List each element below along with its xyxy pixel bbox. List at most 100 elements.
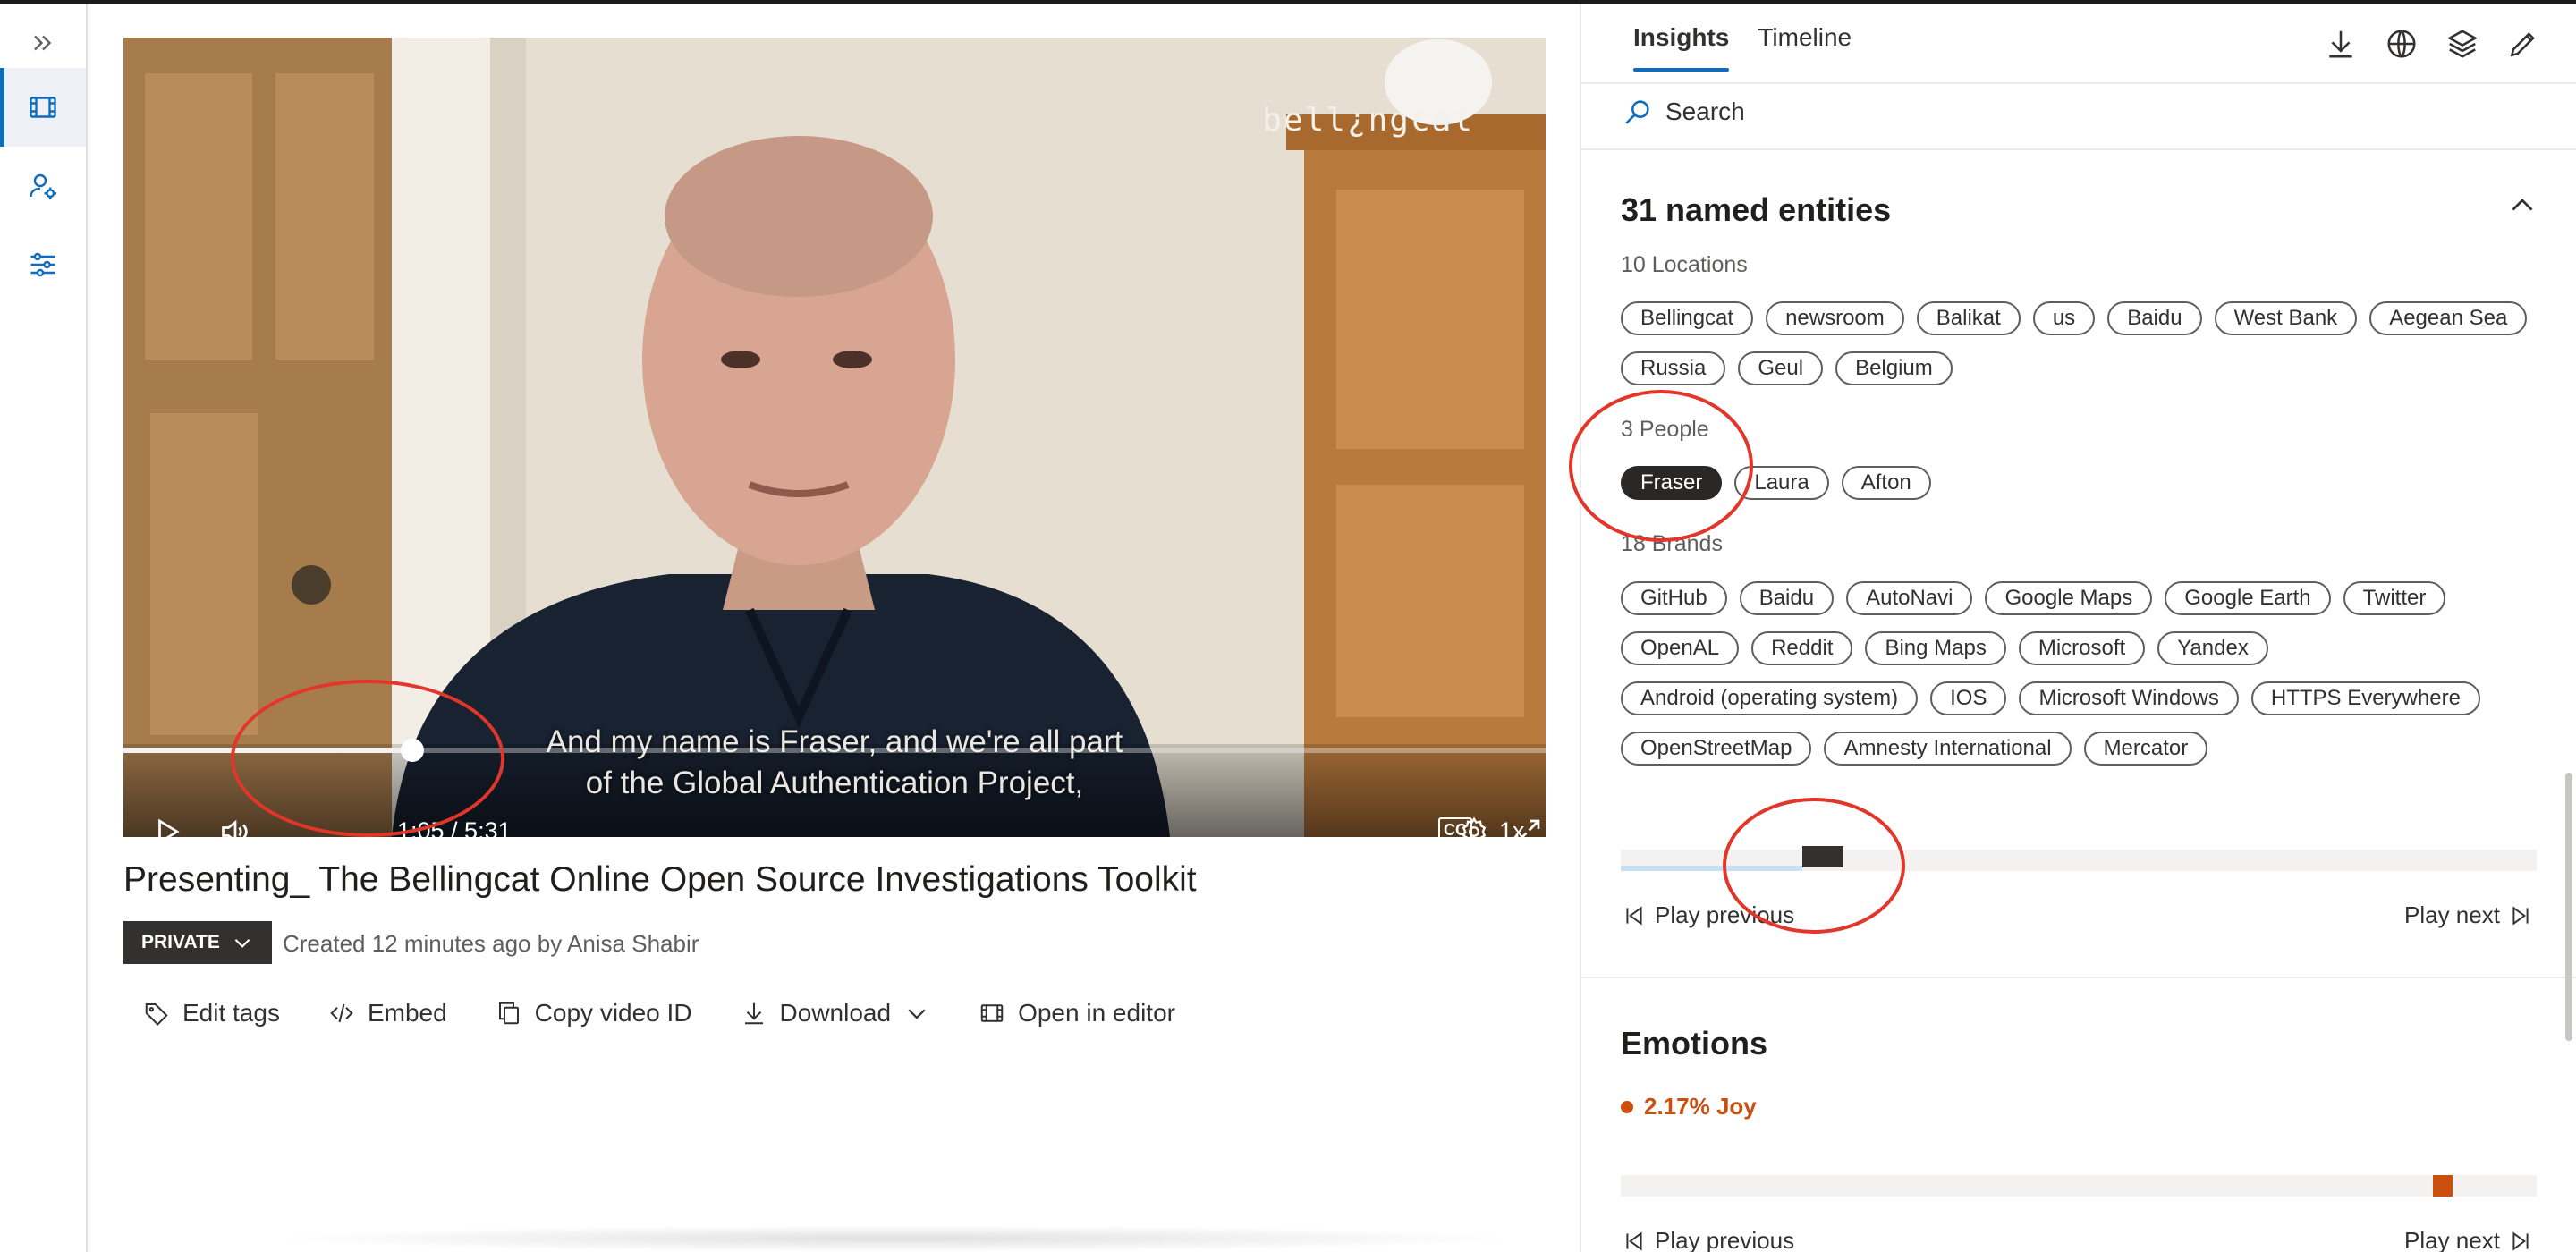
location-chip[interactable]: Geul	[1738, 351, 1824, 385]
bottom-shadow	[268, 1225, 1521, 1252]
location-chip[interactable]: us	[2032, 301, 2096, 335]
copy-video-id-button[interactable]: Copy video ID	[496, 999, 692, 1028]
brand-chip[interactable]: Google Maps	[1985, 581, 2153, 615]
embed-label: Embed	[367, 999, 447, 1027]
brand-chip[interactable]: OpenAL	[1621, 631, 1740, 665]
expand-chevrons-icon	[34, 35, 52, 51]
annotation-circle-people	[1569, 390, 1753, 542]
brands-row-4: OpenStreetMap Amnesty International Mercat…	[1621, 732, 2208, 766]
tag-icon	[145, 1003, 168, 1026]
brand-chip[interactable]: OpenStreetMap	[1621, 732, 1812, 766]
chevron-up-icon[interactable]	[2506, 190, 2538, 222]
search-box[interactable]: Search	[1623, 97, 1745, 127]
brand-chip[interactable]: Baidu	[1739, 581, 1835, 615]
annotation-circle-timeline	[1723, 798, 1905, 934]
skip-previous-icon	[1626, 905, 1642, 926]
panel-scrollbar[interactable]	[2565, 773, 2572, 1041]
panel-toolbar	[2324, 27, 2540, 61]
locations-row-2: Russia Geul Belgium	[1621, 351, 1953, 385]
media-icon	[30, 97, 56, 118]
copy-icon	[498, 1002, 519, 1025]
emotions-title: Emotions	[1621, 1025, 1768, 1062]
panel-tabs: Insights Timeline	[1633, 23, 1852, 72]
fullscreen-button[interactable]	[1512, 807, 1544, 837]
skip-next-icon	[2512, 905, 2529, 926]
emotion-play-previous-label: Play previous	[1655, 1227, 1795, 1252]
video-title: Presenting_ The Bellingcat Online Open S…	[123, 860, 1197, 899]
brand-chip[interactable]: Reddit	[1751, 631, 1853, 665]
brand-chip[interactable]: HTTPS Everywhere	[2250, 681, 2480, 715]
location-chip[interactable]: Russia	[1621, 351, 1726, 385]
brand-chip[interactable]: Mercator	[2083, 732, 2208, 766]
location-chip[interactable]: newsroom	[1766, 301, 1904, 335]
film-icon	[980, 1004, 1004, 1022]
emotion-play-next-label: Play next	[2404, 1227, 2500, 1252]
download-dropdown[interactable]: Download	[741, 999, 931, 1028]
person-chip[interactable]: Afton	[1841, 466, 1931, 500]
settings-button[interactable]	[1458, 807, 1490, 837]
play-button[interactable]	[141, 807, 191, 837]
brand-chip[interactable]: Twitter	[2343, 581, 2446, 615]
download-icon	[744, 1002, 763, 1025]
brand-chip[interactable]: Microsoft	[2018, 631, 2146, 665]
brand-chip[interactable]: IOS	[1930, 681, 2007, 715]
tab-timeline[interactable]: Timeline	[1758, 23, 1852, 72]
layers-icon[interactable]	[2445, 27, 2479, 61]
search-icon	[1625, 100, 1649, 124]
play-next-label: Play next	[2404, 901, 2500, 928]
brands-row-3: Android (operating system) IOS Microsoft W…	[1621, 681, 2480, 715]
edit-pencil-icon[interactable]	[2506, 27, 2540, 61]
insights-panel: Insights Timeline Search 31 named entiti…	[1580, 4, 2576, 1252]
location-chip[interactable]: Belgium	[1835, 351, 1953, 385]
location-chip[interactable]: Bellingcat	[1621, 301, 1754, 335]
filters-icon	[30, 252, 55, 277]
watermark: bell¿ngcat	[1262, 102, 1474, 139]
chevron-down-icon	[234, 938, 250, 948]
rail-item-people[interactable]	[0, 147, 86, 225]
location-chip[interactable]: West Bank	[2214, 301, 2358, 335]
brand-chip[interactable]: Android (operating system)	[1621, 681, 1919, 715]
tab-insights[interactable]: Insights	[1633, 23, 1730, 72]
privacy-dropdown[interactable]: PRIVATE	[123, 921, 272, 964]
location-chip[interactable]: Baidu	[2107, 301, 2202, 335]
download-icon[interactable]	[2324, 27, 2358, 61]
rail-item-media[interactable]	[0, 68, 86, 147]
emotion-play-previous-button[interactable]: Play previous	[1623, 1227, 1794, 1252]
location-chip[interactable]: Balikat	[1916, 301, 2021, 335]
open-in-editor-button[interactable]: Open in editor	[979, 999, 1175, 1028]
globe-icon[interactable]	[2385, 27, 2419, 61]
skip-next-icon	[2512, 1231, 2529, 1251]
section-divider	[1581, 977, 2576, 978]
download-label: Download	[779, 999, 892, 1027]
edit-tags-button[interactable]: Edit tags	[143, 999, 280, 1028]
brand-chip[interactable]: Microsoft Windows	[2019, 681, 2239, 715]
fullscreen-icon	[1515, 819, 1540, 837]
action-bar: Edit tags Embed Copy video ID Download O…	[143, 991, 1175, 1036]
embed-button[interactable]: Embed	[328, 999, 447, 1028]
brands-row-2: OpenAL Reddit Bing Maps Microsoft Yandex	[1621, 631, 2268, 665]
emotion-track[interactable]	[1621, 1175, 2537, 1197]
tabs-divider	[1581, 82, 2576, 84]
annotation-circle-time	[231, 680, 504, 837]
copy-video-id-label: Copy video ID	[534, 999, 692, 1027]
created-info: Created 12 minutes ago by Anisa Shabir	[283, 930, 699, 957]
brand-chip[interactable]: GitHub	[1621, 581, 1727, 615]
emotion-dot	[1621, 1100, 1633, 1113]
entities-title: 31 named entities	[1621, 191, 1892, 228]
brand-chip[interactable]: Google Earth	[2165, 581, 2331, 615]
brand-chip[interactable]: Amnesty International	[1824, 732, 2072, 766]
emotion-joy[interactable]: 2.17% Joy	[1621, 1093, 1757, 1121]
volume-button[interactable]	[204, 807, 267, 837]
user-settings-icon	[30, 173, 56, 199]
location-chip[interactable]: Aegean Sea	[2369, 301, 2528, 335]
emotion-marker[interactable]	[2433, 1175, 2453, 1197]
brand-chip[interactable]: Yandex	[2157, 631, 2268, 665]
locations-label: 10 Locations	[1621, 252, 1748, 277]
emotion-play-next-button[interactable]: Play next	[2404, 1227, 2532, 1252]
search-placeholder: Search	[1665, 97, 1745, 125]
locations-row-1: Bellingcat newsroom Balikat us Baidu West Ban…	[1621, 301, 2528, 335]
play-next-button[interactable]: Play next	[2404, 901, 2532, 929]
brand-chip[interactable]: AutoNavi	[1846, 581, 1973, 615]
brand-chip[interactable]: Bing Maps	[1865, 631, 2006, 665]
rail-item-filters[interactable]	[0, 225, 86, 304]
